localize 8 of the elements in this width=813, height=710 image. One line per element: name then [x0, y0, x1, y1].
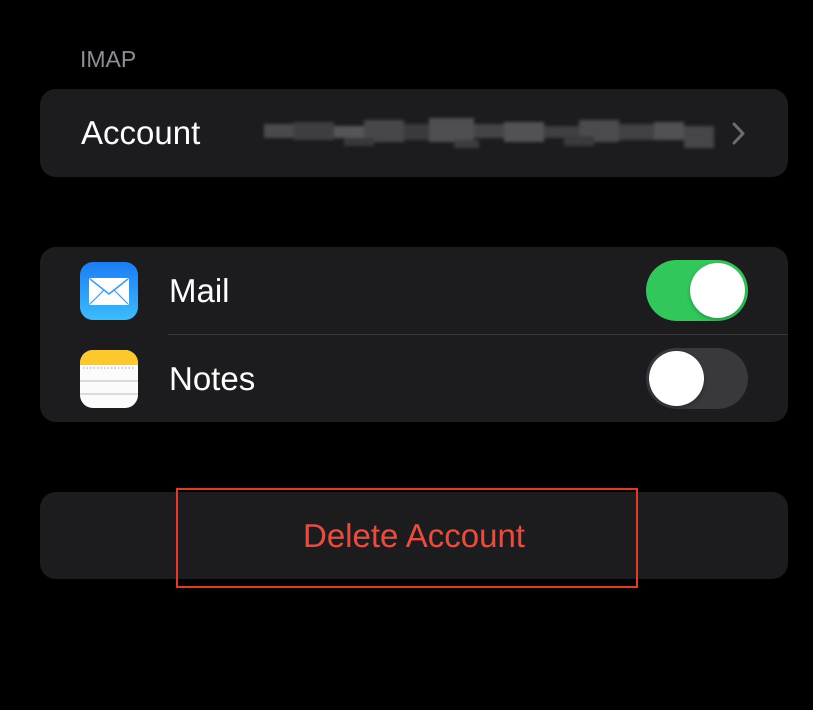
- app-label: Notes: [169, 360, 256, 398]
- section-header: IMAP: [80, 45, 136, 73]
- app-label: Mail: [169, 272, 231, 310]
- delete-account-button[interactable]: Delete Account: [40, 492, 788, 579]
- account-row[interactable]: Account: [40, 89, 788, 177]
- envelope-app-icon: [80, 262, 138, 320]
- notepad-app-icon: [80, 350, 138, 408]
- chevron-right-icon: [732, 122, 745, 144]
